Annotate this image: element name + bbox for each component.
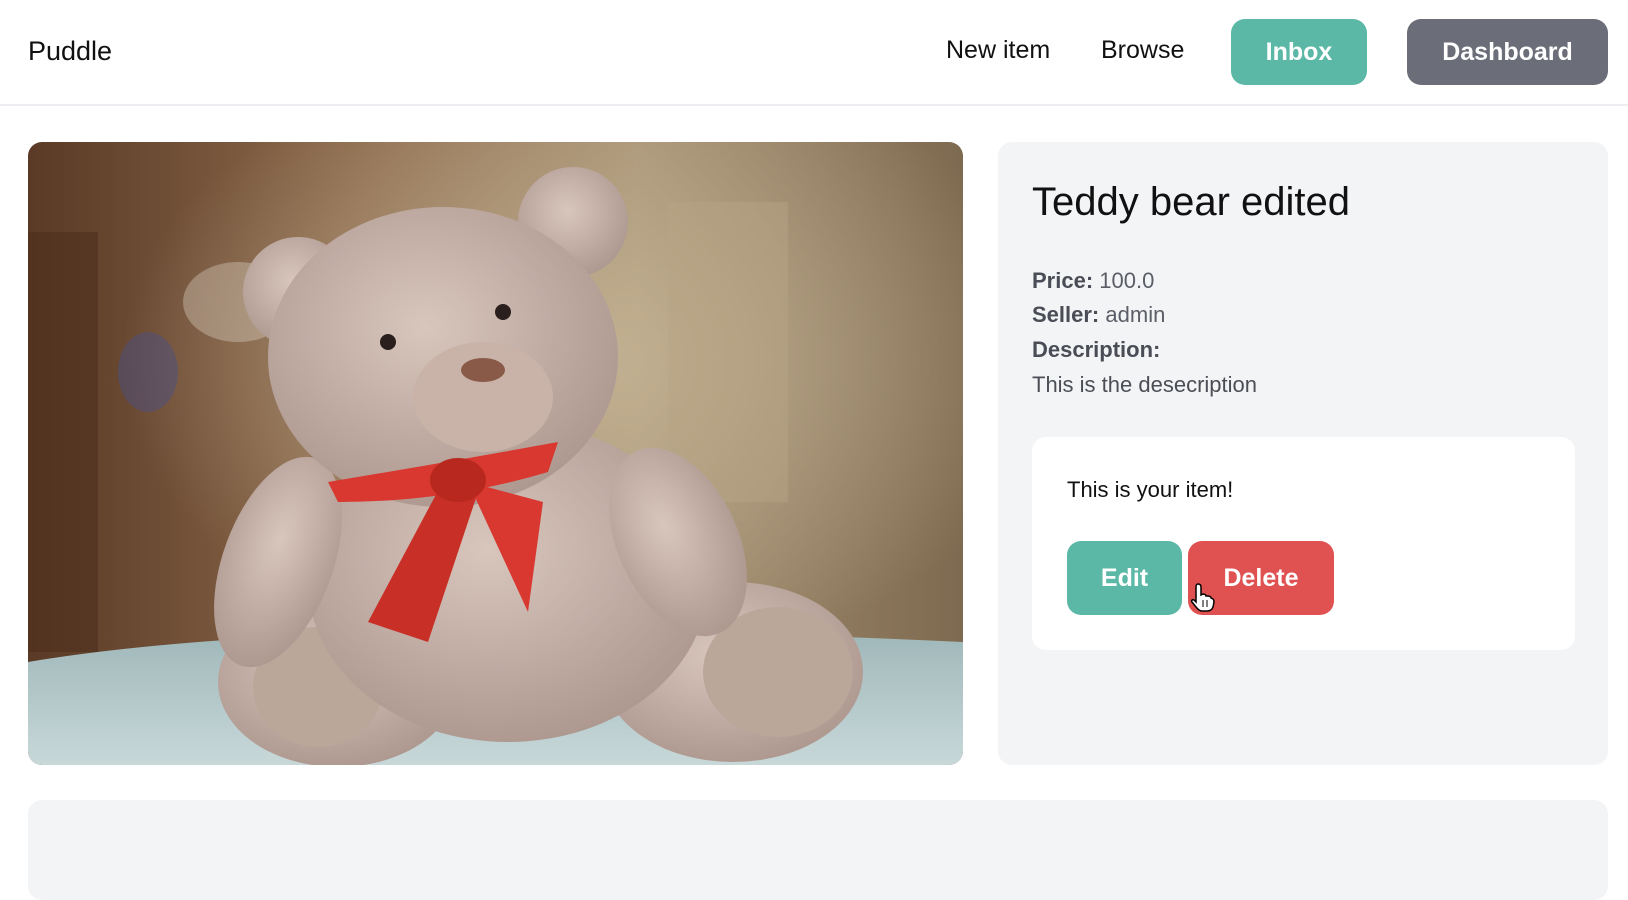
description-text: This is the desecription (1032, 372, 1257, 397)
item-details-panel: Teddy bear edited Price: 100.0 Seller: a… (998, 142, 1608, 765)
hand-cursor-icon (1190, 583, 1215, 612)
item-image (28, 142, 963, 765)
nav-new-item-link[interactable]: New item (946, 36, 1050, 65)
related-items-panel (28, 800, 1608, 900)
item-title: Teddy bear edited (1032, 180, 1351, 224)
price-row: Price: 100.0 (1032, 268, 1154, 294)
seller-label: Seller: (1032, 302, 1100, 327)
teddy-bear-illustration (28, 142, 963, 765)
seller-value: admin (1105, 302, 1166, 327)
nav-browse-link[interactable]: Browse (1101, 36, 1184, 65)
price-value: 100.0 (1099, 268, 1155, 293)
dashboard-button[interactable]: Dashboard (1407, 19, 1608, 85)
description-label: Description: (1032, 337, 1161, 362)
description-label-row: Description: (1032, 337, 1160, 363)
owner-actions-box: This is your item! Edit Delete (1032, 437, 1575, 650)
edit-button[interactable]: Edit (1067, 541, 1182, 615)
navbar: Puddle New item Browse Inbox Dashboard (0, 0, 1628, 106)
price-label: Price: (1032, 268, 1094, 293)
owner-message: This is your item! (1067, 477, 1234, 502)
brand-logo[interactable]: Puddle (28, 36, 112, 67)
inbox-button[interactable]: Inbox (1231, 19, 1367, 85)
seller-row: Seller: admin (1032, 302, 1165, 328)
